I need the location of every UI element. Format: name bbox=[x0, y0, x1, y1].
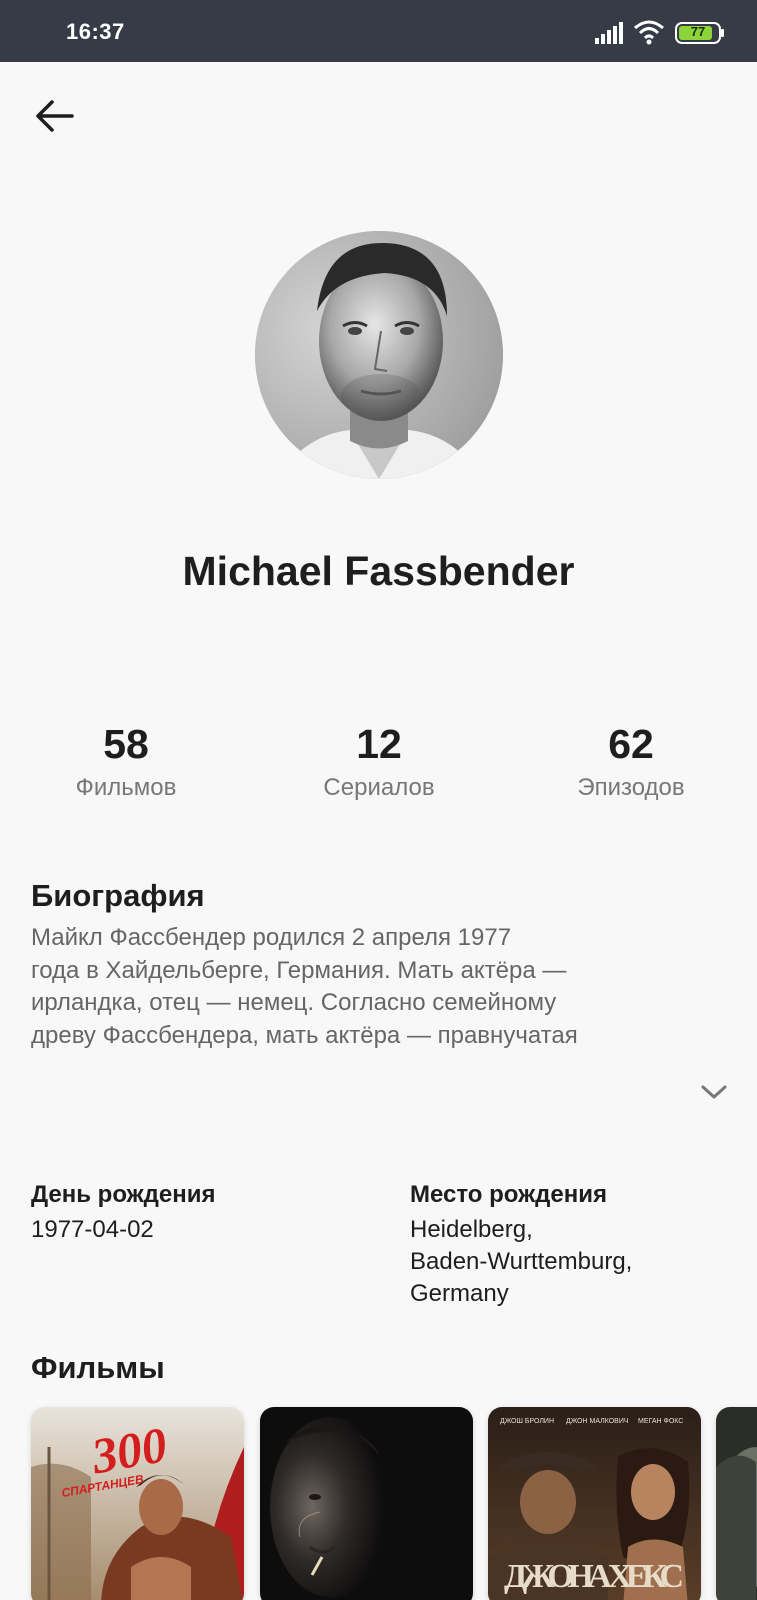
biography-text: Майкл Фассбендер родился 2 апреля 1977 г… bbox=[31, 922, 671, 1052]
wifi-icon bbox=[634, 20, 664, 45]
film-poster[interactable]: ДЖОШ БРОЛИН ДЖОН МАЛКОВИЧ МЕГАН ФОКС ДЖО… bbox=[488, 1407, 701, 1600]
birthplace-block: Место рождения Heidelberg, Baden-Wurttem… bbox=[410, 1180, 632, 1310]
stat-series: 12 Сериалов bbox=[289, 718, 469, 802]
film-poster[interactable] bbox=[716, 1407, 757, 1600]
stat-films-value: 58 bbox=[103, 721, 149, 767]
film-poster[interactable] bbox=[260, 1407, 473, 1600]
arrow-left-icon bbox=[36, 100, 74, 132]
battery-level: 77 bbox=[690, 24, 706, 39]
films-title: Фильмы bbox=[31, 1350, 165, 1385]
poster-title-art: ДЖОНА ХЕКС bbox=[504, 1558, 684, 1595]
expand-biography-button[interactable] bbox=[698, 1080, 730, 1104]
biography-line: древу Фассбендера, мать актёра — правнуч… bbox=[31, 1021, 578, 1049]
actor-avatar bbox=[255, 231, 503, 479]
birthplace-line: Baden-Wurttemburg, bbox=[410, 1248, 633, 1275]
birthday-block: День рождения 1977-04-02 bbox=[31, 1180, 216, 1246]
stat-episodes: 62 Эпизодов bbox=[541, 718, 721, 802]
birthplace-value: Heidelberg, Baden-Wurttemburg, Germany bbox=[410, 1214, 632, 1310]
biography-line: года в Хайдельберге, Германия. Мать актё… bbox=[31, 956, 567, 984]
stat-series-label: Сериалов bbox=[323, 774, 435, 801]
birthday-value: 1977-04-02 bbox=[31, 1216, 154, 1243]
birthplace-label: Место рождения bbox=[410, 1181, 607, 1208]
signal-icon bbox=[595, 22, 623, 44]
biography-line: ирландка, отец — немец. Согласно семейно… bbox=[31, 989, 557, 1016]
actor-name: Michael Fassbender bbox=[182, 548, 575, 594]
person-details-screen: 16:37 77 Michael Fassbender 58 Фильмов 1… bbox=[0, 0, 757, 1600]
birthday-label: День рождения bbox=[31, 1181, 216, 1208]
chevron-down-icon bbox=[701, 1085, 727, 1099]
stat-episodes-label: Эпизодов bbox=[577, 774, 685, 801]
status-bar: 16:37 77 bbox=[0, 0, 757, 62]
stat-films: 58 Фильмов bbox=[36, 718, 216, 802]
stat-episodes-value: 62 bbox=[608, 721, 654, 767]
poster-credit: ДЖОШ БРОЛИН bbox=[500, 1418, 554, 1425]
film-poster[interactable]: 300 СПАРТАНЦЕВ bbox=[31, 1407, 244, 1600]
poster-credit: ДЖОН МАЛКОВИЧ bbox=[566, 1418, 629, 1425]
biography-title: Биография bbox=[31, 878, 205, 913]
poster-credit: МЕГАН ФОКС bbox=[638, 1418, 683, 1425]
stat-series-value: 12 bbox=[356, 721, 402, 767]
back-button[interactable] bbox=[28, 94, 80, 138]
birthplace-line: Heidelberg, bbox=[410, 1216, 533, 1243]
birthplace-line: Germany bbox=[410, 1280, 509, 1307]
biography-line: Майкл Фассбендер родился 2 апреля 1977 bbox=[31, 924, 512, 951]
stat-films-label: Фильмов bbox=[75, 774, 177, 801]
status-time: 16:37 bbox=[66, 19, 125, 44]
